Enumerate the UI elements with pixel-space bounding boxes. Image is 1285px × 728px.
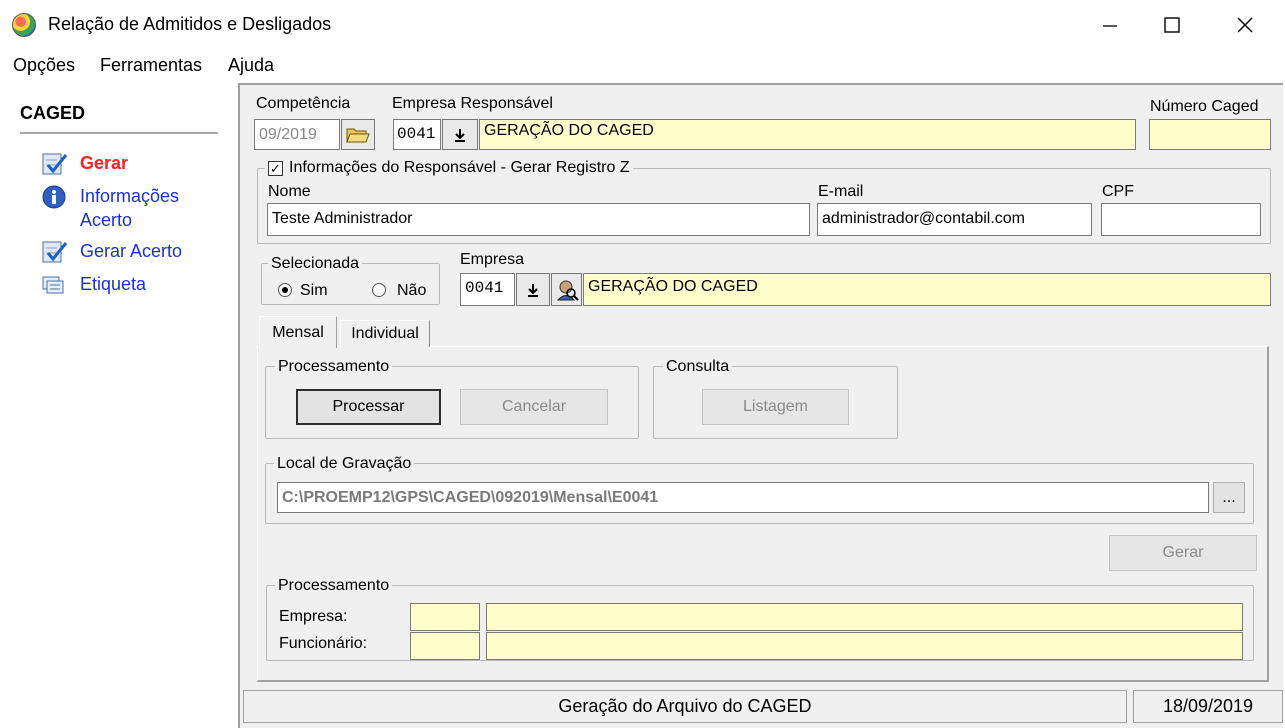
empresa-name[interactable]: GERAÇÃO DO CAGED: [583, 273, 1271, 306]
progresso-funcionario-label: Funcionário:: [279, 635, 368, 652]
sidebar-item-etiqueta[interactable]: Etiqueta: [80, 274, 146, 295]
empresa-responsavel-name[interactable]: GERAÇÃO DO CAGED: [479, 119, 1136, 150]
checklist-icon: [42, 151, 68, 175]
menu-ajuda[interactable]: Ajuda: [228, 55, 274, 76]
progresso-empresa-code: [410, 603, 480, 631]
status-message: Geração do Arquivo do CAGED: [243, 690, 1127, 723]
processar-button[interactable]: Processar: [296, 389, 441, 425]
download-arrow-icon: [528, 283, 538, 297]
responsavel-legend: ✓ Informações do Responsável - Gerar Reg…: [265, 159, 633, 177]
email-field[interactable]: administrador@contabil.com: [817, 203, 1092, 236]
empresa-responsavel-lookup-button[interactable]: [442, 119, 478, 150]
folder-button[interactable]: [341, 119, 375, 150]
checklist-icon: [42, 239, 68, 263]
progresso-funcionario-code: [410, 632, 480, 660]
empresa-label: Empresa: [460, 251, 525, 268]
menu-opcoes[interactable]: Opções: [13, 55, 75, 76]
empresa-responsavel-code[interactable]: 0041: [393, 119, 441, 150]
folder-open-icon: [346, 128, 370, 142]
close-button[interactable]: [1210, 0, 1280, 50]
sidebar-item-informacoes[interactable]: Informações: [80, 186, 179, 207]
email-label: E-mail: [818, 183, 864, 200]
competencia-label: Competência: [256, 95, 351, 112]
nome-label: Nome: [268, 183, 311, 200]
label-icon: [42, 274, 66, 298]
radio-sim[interactable]: [278, 283, 292, 297]
local-gravacao-legend: Local de Gravação: [274, 455, 415, 473]
gerar-button[interactable]: Gerar: [1109, 535, 1257, 571]
progresso-empresa-name: [486, 603, 1243, 631]
app-icon: [12, 13, 36, 37]
sidebar-item-gerar[interactable]: Gerar: [80, 153, 128, 174]
processamento-legend: Processamento: [275, 358, 393, 376]
empresa-search-button[interactable]: [551, 273, 582, 306]
sidebar-item-acerto[interactable]: Acerto: [80, 210, 132, 231]
download-arrow-icon: [455, 128, 465, 142]
close-icon: [1237, 17, 1253, 33]
status-date: 18/09/2019: [1133, 690, 1283, 723]
progresso-empresa-label: Empresa:: [279, 608, 348, 625]
sidebar-divider: [20, 132, 218, 134]
cancelar-button[interactable]: Cancelar: [460, 389, 608, 425]
listagem-button[interactable]: Listagem: [702, 389, 849, 425]
sidebar-item-gerar-acerto[interactable]: Gerar Acerto: [80, 241, 182, 262]
minimize-button[interactable]: [1075, 0, 1145, 50]
tab-individual[interactable]: Individual: [340, 320, 430, 347]
responsavel-legend-text: Informações do Responsável - Gerar Regis…: [289, 159, 630, 176]
radio-nao-label: Não: [397, 282, 427, 299]
window-title: Relação de Admitidos e Desligados: [48, 14, 332, 34]
progresso-legend: Processamento: [275, 577, 393, 595]
maximize-icon: [1164, 17, 1180, 33]
radio-sim-label: Sim: [300, 282, 328, 299]
cpf-label: CPF: [1102, 183, 1134, 200]
maximize-button[interactable]: [1137, 0, 1207, 50]
responsavel-checkbox[interactable]: ✓: [268, 160, 283, 176]
sidebar-title: CAGED: [20, 103, 86, 123]
info-icon: [42, 185, 66, 209]
nome-field[interactable]: Teste Administrador: [267, 203, 810, 236]
empresa-responsavel-label: Empresa Responsável: [392, 95, 553, 112]
minimize-icon: [1103, 25, 1117, 27]
selecionada-legend: Selecionada: [268, 255, 363, 273]
browse-button[interactable]: ...: [1213, 482, 1245, 513]
numero-caged-label: Número Caged: [1150, 98, 1259, 115]
local-gravacao-path[interactable]: C:\PROEMP12\GPS\CAGED\092019\Mensal\E004…: [277, 482, 1209, 513]
empresa-lookup-button[interactable]: [516, 273, 550, 306]
progresso-funcionario-name: [486, 632, 1243, 660]
radio-nao[interactable]: [372, 283, 386, 297]
cpf-field[interactable]: [1101, 203, 1261, 236]
menu-ferramentas[interactable]: Ferramentas: [100, 55, 202, 76]
consulta-legend: Consulta: [663, 358, 733, 376]
empresa-code[interactable]: 0041: [460, 273, 515, 306]
tab-mensal[interactable]: Mensal: [259, 316, 337, 348]
numero-caged-field[interactable]: [1149, 119, 1271, 150]
competencia-field[interactable]: 09/2019: [254, 119, 340, 150]
user-search-icon: [556, 280, 579, 301]
